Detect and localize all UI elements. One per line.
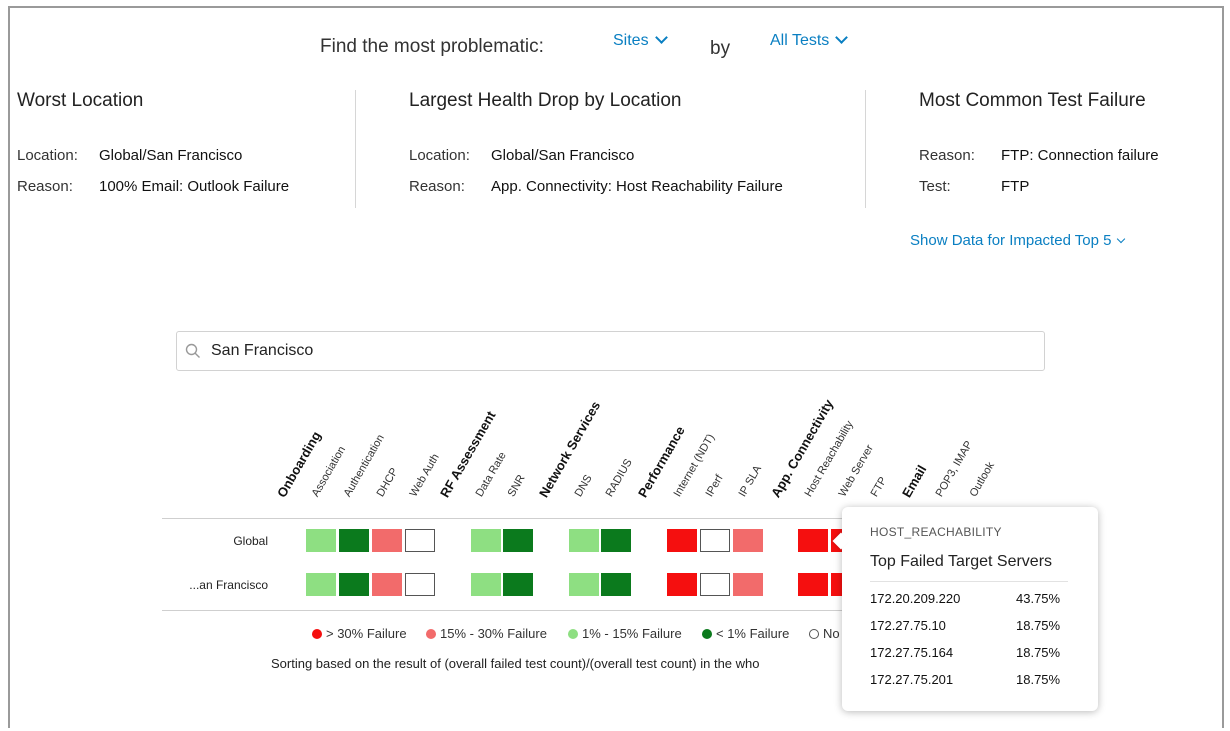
legend-label: No: [823, 626, 840, 641]
heatmap-cell[interactable]: [306, 529, 336, 552]
chevron-down-icon: [1116, 234, 1125, 244]
legend-item: < 1% Failure: [702, 626, 789, 641]
heatmap-cell[interactable]: [372, 529, 402, 552]
heatmap-cell[interactable]: [503, 529, 533, 552]
row-label: ...an Francisco: [189, 578, 268, 592]
legend-label: 15% - 30% Failure: [440, 626, 547, 641]
server-ip: 172.27.75.201: [870, 672, 954, 687]
show-data-label: Show Data for Impacted Top 5: [910, 232, 1112, 249]
heatmap-cell[interactable]: [700, 573, 730, 596]
legend-item: > 30% Failure: [312, 626, 407, 641]
row-value: FTP: Connection failure: [1001, 147, 1159, 164]
heatmap-cell[interactable]: [471, 529, 501, 552]
card-title: Largest Health Drop by Location: [409, 90, 682, 111]
heatmap-cell[interactable]: [733, 573, 763, 596]
heatmap-cell[interactable]: [405, 573, 435, 596]
heatmap-bottom-rule: [162, 610, 848, 611]
heatmap-cell[interactable]: [667, 573, 697, 596]
card-row: Reason: 100% Email: Outlook Failure: [17, 178, 289, 195]
server-ip: 172.27.75.10: [870, 618, 946, 633]
tests-dropdown[interactable]: All Tests: [770, 31, 849, 50]
server-failure-pct: 18.75%: [1016, 645, 1061, 660]
divider: [355, 90, 356, 208]
legend-dot-icon: [426, 629, 436, 639]
heatmap-cell[interactable]: [601, 529, 631, 552]
host-reachability-tooltip: HOST_REACHABILITY Top Failed Target Serv…: [832, 507, 1098, 711]
server-failure-pct: 18.75%: [1016, 618, 1061, 633]
site-search: [176, 331, 1045, 371]
heatmap-cell[interactable]: [700, 529, 730, 552]
tooltip-category: HOST_REACHABILITY: [870, 525, 1002, 539]
legend-item: No: [809, 626, 840, 641]
heatmap-cell[interactable]: [339, 529, 369, 552]
row-label: Global: [233, 534, 268, 548]
common-failure-card: Most Common Test Failure: [919, 90, 1146, 112]
divider: [865, 90, 866, 208]
search-input[interactable]: [211, 332, 1011, 370]
heatmap-cell[interactable]: [601, 573, 631, 596]
row-value: FTP: [1001, 178, 1030, 195]
legend-dot-icon: [702, 629, 712, 639]
heatmap-cell[interactable]: [372, 573, 402, 596]
sites-dropdown[interactable]: Sites: [613, 31, 668, 50]
heatmap-cell[interactable]: [503, 573, 533, 596]
card-row: Location: Global/San Francisco: [409, 147, 634, 164]
tooltip-title: Top Failed Target Servers: [870, 553, 1053, 570]
row-key: Location:: [409, 147, 470, 164]
card-row: Test: FTP: [919, 178, 1029, 195]
card-row: Reason: FTP: Connection failure: [919, 147, 1159, 164]
row-key: Reason:: [409, 178, 465, 195]
heatmap-cell[interactable]: [339, 573, 369, 596]
show-data-top5-link[interactable]: Show Data for Impacted Top 5: [910, 232, 1125, 249]
row-value: Global/San Francisco: [491, 147, 635, 164]
card-row: Reason: App. Connectivity: Host Reachabil…: [409, 178, 783, 195]
legend-dot-icon: [809, 629, 819, 639]
legend-item: 1% - 15% Failure: [568, 626, 682, 641]
row-key: Test:: [919, 178, 951, 195]
row-value: Global/San Francisco: [99, 147, 243, 164]
legend-dot-icon: [312, 629, 322, 639]
legend-label: < 1% Failure: [716, 626, 790, 641]
legend-dot-icon: [568, 629, 578, 639]
row-value: App. Connectivity: Host Reachability Fai…: [491, 178, 783, 195]
card-title: Worst Location: [17, 90, 144, 111]
heatmap-cell[interactable]: [569, 529, 599, 552]
chevron-down-icon: [835, 31, 849, 44]
chevron-down-icon: [654, 31, 668, 44]
finder-label: Find the most problematic:: [320, 36, 544, 57]
tests-dropdown-label: All Tests: [770, 32, 830, 49]
finder-by-label: by: [710, 38, 731, 59]
row-key: Reason:: [919, 147, 975, 164]
server-failure-pct: 18.75%: [1016, 672, 1061, 687]
card-row: Location: Global/San Francisco: [17, 147, 242, 164]
health-drop-card: Largest Health Drop by Location: [409, 90, 682, 112]
row-key: Reason:: [17, 178, 73, 195]
heatmap-top-rule: [162, 518, 848, 519]
row-value: 100% Email: Outlook Failure: [99, 178, 290, 195]
legend-label: 1% - 15% Failure: [582, 626, 682, 641]
legend-item: 15% - 30% Failure: [426, 626, 547, 641]
server-failure-pct: 43.75%: [1016, 591, 1061, 606]
heatmap-cell[interactable]: [405, 529, 435, 552]
heatmap-cell[interactable]: [798, 573, 828, 596]
heatmap-cell[interactable]: [798, 529, 828, 552]
sites-dropdown-label: Sites: [613, 32, 649, 49]
sorting-note: Sorting based on the result of (overall …: [271, 656, 760, 671]
heatmap-cell[interactable]: [667, 529, 697, 552]
card-title: Most Common Test Failure: [919, 90, 1146, 111]
heatmap-cell[interactable]: [733, 529, 763, 552]
search-icon: [185, 343, 200, 358]
worst-location-card: Worst Location: [17, 90, 143, 112]
divider: [870, 581, 1068, 582]
server-ip: 172.20.209.220: [870, 591, 961, 606]
heatmap-cell[interactable]: [306, 573, 336, 596]
heatmap-cell[interactable]: [471, 573, 501, 596]
server-ip: 172.27.75.164: [870, 645, 954, 660]
row-key: Location:: [17, 147, 78, 164]
heatmap-cell[interactable]: [569, 573, 599, 596]
legend-label: > 30% Failure: [326, 626, 407, 641]
